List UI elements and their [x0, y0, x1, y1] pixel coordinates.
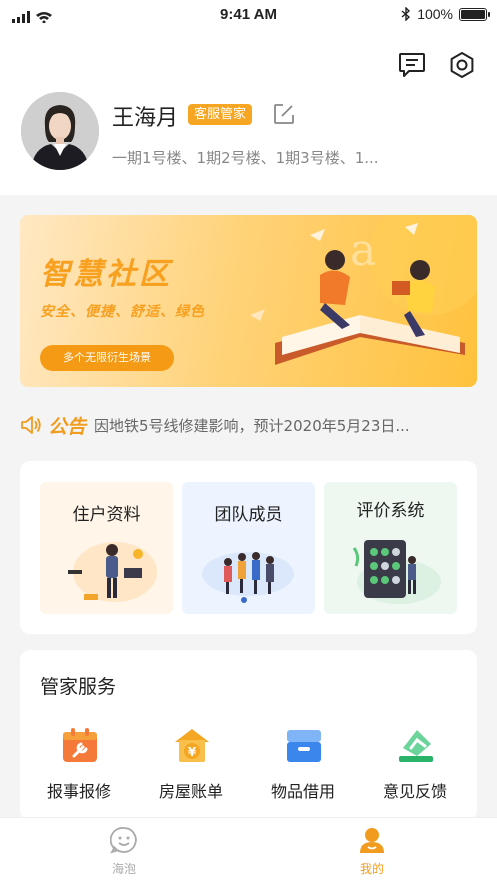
resident-illustration: [68, 542, 157, 602]
status-right: 100%: [401, 6, 490, 22]
butler-services-panel: 管家服务 报事报修 ¥ 房屋账单 物品借用 意见反馈: [20, 650, 477, 820]
managed-buildings: 一期1号楼、1期2号楼、1期3号楼、1...: [112, 149, 379, 167]
bluetooth-icon: [401, 7, 411, 21]
speaker-icon: [21, 416, 41, 434]
top-actions: [397, 50, 477, 80]
house-bill-icon: ¥: [175, 729, 209, 762]
team-members-card[interactable]: 团队成员: [182, 482, 315, 614]
service-repair[interactable]: 报事报修: [29, 726, 129, 806]
rating-illustration: [352, 540, 441, 604]
role-badge: 客服管家: [188, 104, 253, 125]
rating-system-card[interactable]: 评价系统: [324, 482, 457, 614]
notice-bar[interactable]: 公告 因地铁5号线修建影响，预计2020年5月23日...: [20, 408, 477, 442]
notice-title: 公告: [48, 415, 87, 438]
tab-label: 我的: [359, 862, 384, 876]
status-bar: 9:41 AM 100%: [0, 0, 497, 30]
service-bill[interactable]: ¥ 房屋账单: [141, 726, 241, 806]
notice-text: 因地铁5号线修建影响，预计2020年5月23日...: [94, 416, 410, 435]
service-feedback[interactable]: 意见反馈: [365, 726, 465, 806]
edit-icon[interactable]: [272, 102, 296, 126]
repair-icon: [63, 728, 97, 762]
service-label: 意见反馈: [382, 782, 447, 801]
avatar[interactable]: [21, 92, 99, 170]
feedback-icon: [399, 730, 433, 762]
settings-icon[interactable]: [447, 50, 477, 80]
battery-icon: [459, 7, 490, 21]
service-label: 物品借用: [270, 782, 335, 801]
svg-text:¥: ¥: [188, 745, 197, 759]
service-borrow[interactable]: 物品借用: [253, 726, 353, 806]
banner-title: 智慧社区: [40, 257, 172, 292]
svg-text:a: a: [350, 225, 376, 276]
smart-community-banner[interactable]: a 智慧社区 安全、便捷、舒适、绿色 多个无限衍生场景: [20, 215, 477, 387]
service-label: 房屋账单: [158, 782, 223, 801]
tab-label: 海泡: [111, 862, 136, 876]
battery-percent: 100%: [417, 6, 453, 22]
resident-info-card[interactable]: 住户资料: [40, 482, 173, 614]
smile-bubble-icon: [110, 827, 137, 854]
banner-subtitle: 安全、便捷、舒适、绿色: [40, 304, 205, 320]
user-name: 王海月: [112, 106, 179, 131]
profile-header: 王海月 客服管家 一期1号楼、1期2号楼、1期3号楼、1...: [0, 30, 497, 195]
team-illustration: [202, 552, 294, 603]
tab-mine[interactable]: 我的: [332, 826, 412, 878]
tab-bar: 海泡 我的: [0, 817, 497, 883]
message-icon[interactable]: [397, 50, 427, 80]
service-label: 报事报修: [46, 782, 111, 801]
user-icon: [360, 828, 384, 853]
item-box-icon: [287, 730, 321, 762]
tab-haipao[interactable]: 海泡: [84, 826, 164, 878]
banner-cta-button[interactable]: 多个无限衍生场景: [40, 345, 174, 371]
services-title: 管家服务: [40, 676, 117, 698]
feature-panel: 住户资料 团队成员 评价系统: [20, 461, 477, 634]
